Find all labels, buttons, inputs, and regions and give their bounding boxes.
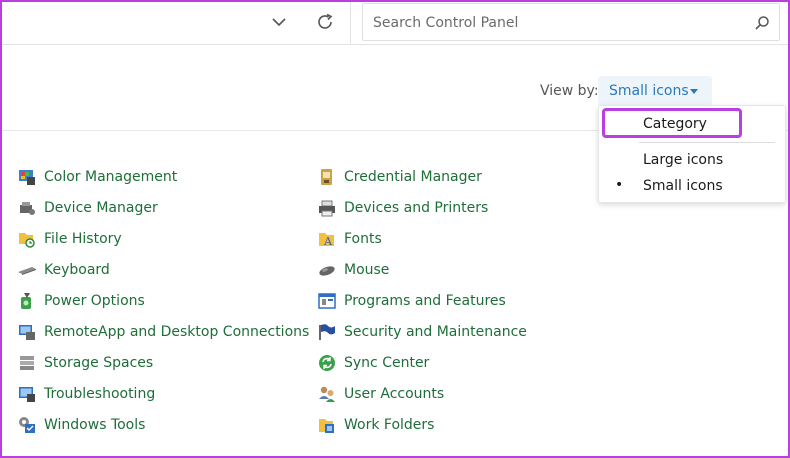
fonts-icon: A <box>318 230 336 248</box>
refresh-icon[interactable] <box>314 11 336 33</box>
mouse-icon <box>318 261 336 279</box>
credential-manager-icon <box>318 168 336 186</box>
svg-text:A: A <box>323 235 333 248</box>
item-user-accounts[interactable]: User Accounts <box>318 383 444 405</box>
file-history-icon <box>18 230 36 248</box>
item-devices-printers[interactable]: Devices and Printers <box>318 197 488 219</box>
sync-center-icon <box>318 354 336 372</box>
item-power-options[interactable]: Power Options <box>18 290 145 312</box>
item-keyboard[interactable]: Keyboard <box>18 259 110 281</box>
view-by-dropdown[interactable]: Small icons <box>598 76 712 106</box>
work-folders-icon <box>318 416 336 434</box>
menu-item-category[interactable]: Category <box>599 112 785 138</box>
user-accounts-icon <box>318 385 336 403</box>
item-work-folders[interactable]: Work Folders <box>318 414 434 436</box>
view-by-selected: Small icons <box>609 83 689 99</box>
item-programs-features[interactable]: Programs and Features <box>318 290 506 312</box>
view-by-label: View by: <box>540 83 599 99</box>
color-management-icon <box>18 168 36 186</box>
item-windows-tools[interactable]: Windows Tools <box>18 414 145 436</box>
search-box[interactable] <box>362 3 780 41</box>
item-remoteapp[interactable]: RemoteApp and Desktop Connections <box>18 321 309 343</box>
search-icon[interactable] <box>754 15 770 31</box>
search-input[interactable] <box>373 13 743 33</box>
programs-features-icon <box>318 292 336 310</box>
troubleshooting-icon <box>18 385 36 403</box>
view-by-menu: Category Large icons • Small icons <box>598 105 786 203</box>
item-troubleshooting[interactable]: Troubleshooting <box>18 383 155 405</box>
security-flag-icon <box>318 323 336 341</box>
keyboard-icon <box>18 261 36 279</box>
caret-down-icon <box>690 89 698 94</box>
address-bar[interactable] <box>0 0 351 44</box>
selected-bullet-icon: • <box>615 177 624 193</box>
menu-item-large-icons[interactable]: Large icons <box>599 148 785 174</box>
item-color-management[interactable]: Color Management <box>18 166 177 188</box>
storage-spaces-icon <box>18 354 36 372</box>
item-file-history[interactable]: File History <box>18 228 122 250</box>
power-options-icon <box>18 292 36 310</box>
menu-divider <box>639 142 775 143</box>
item-sync-center[interactable]: Sync Center <box>318 352 429 374</box>
item-mouse[interactable]: Mouse <box>318 259 389 281</box>
item-fonts[interactable]: A Fonts <box>318 228 382 250</box>
top-bar <box>0 0 790 45</box>
item-storage-spaces[interactable]: Storage Spaces <box>18 352 153 374</box>
windows-tools-icon <box>18 416 36 434</box>
device-manager-icon <box>18 199 36 217</box>
menu-item-small-icons[interactable]: • Small icons <box>599 174 785 200</box>
remoteapp-icon <box>18 323 36 341</box>
chevron-down-icon[interactable] <box>268 12 290 32</box>
item-device-manager[interactable]: Device Manager <box>18 197 158 219</box>
item-security-maintenance[interactable]: Security and Maintenance <box>318 321 527 343</box>
item-credential-manager[interactable]: Credential Manager <box>318 166 482 188</box>
devices-printers-icon <box>318 199 336 217</box>
